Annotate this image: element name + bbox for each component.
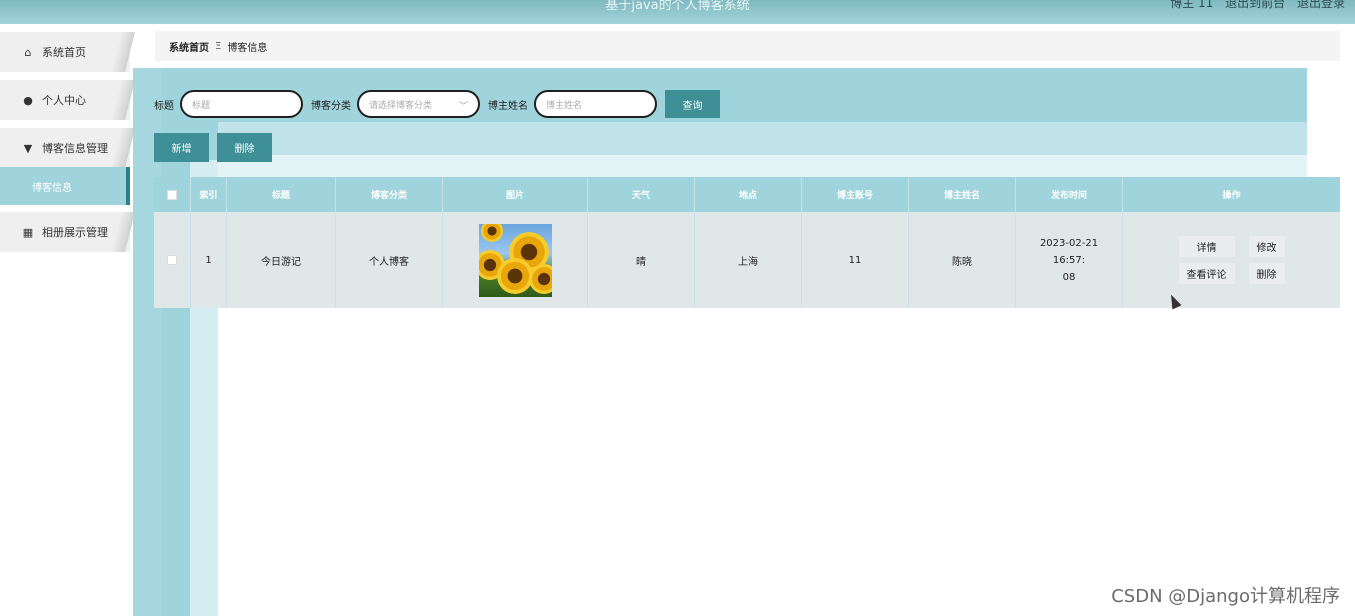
column-header[interactable]: 博主账号 [802, 177, 909, 212]
column-header[interactable]: 地点 [695, 177, 802, 212]
sidebar-item-label: 相册展示管理 [42, 226, 108, 239]
sidebar: ⌂ 系统首页 ● 个人中心 ▼ 博客信息管理 博客信息 ▦ 相册展示管理 [0, 24, 133, 616]
category-label: 博客分类 [311, 100, 351, 112]
image-cell [443, 212, 588, 308]
sidebar-item-personal-center[interactable]: ● 个人中心 [0, 80, 130, 120]
column-header[interactable]: 发布时间 [1016, 177, 1123, 212]
sunflower-image[interactable] [478, 223, 552, 297]
query-button[interactable]: 查询 [665, 90, 720, 118]
system-title: 基于java的个人博客系统 [605, 0, 750, 13]
author-placeholder: 博主姓名 [546, 100, 583, 111]
location-cell: 上海 [695, 212, 802, 308]
top-bar: 基于java的个人博客系统 博主 11 退出到前台 退出登录 [0, 0, 1355, 24]
sidebar-item-blog-management[interactable]: ▼ 博客信息管理 [0, 128, 130, 168]
sidebar-item-label: 系统首页 [42, 46, 86, 59]
sidebar-subitem-blog-info[interactable]: 博客信息 [0, 167, 130, 205]
column-header[interactable]: 图片 [443, 177, 588, 212]
blog-table: 索引 标题 博客分类 图片 天气 地点 博主账号 博主姓名 发布时间 操作 1 … [154, 177, 1340, 308]
grid-icon: ▦ [22, 225, 34, 239]
home-icon: ⌂ [24, 45, 32, 59]
category-cell: 个人博客 [336, 212, 443, 308]
breadcrumb-separator: Ξ [215, 40, 222, 52]
add-button[interactable]: 新增 [154, 133, 209, 162]
title-search-input[interactable]: 标题 [180, 90, 303, 118]
category-placeholder: 请选择博客分类 [369, 100, 433, 111]
current-user: 博主 11 [1170, 0, 1214, 10]
publish-time-line1: 2023-02-21 16:57: [1039, 237, 1099, 266]
sidebar-item-label: 博客信息管理 [42, 142, 108, 155]
table-row: 1 今日游记 个人博客 晴 上海 11 陈晓 2023-02-21 16:57:… [154, 212, 1340, 308]
author-search-input[interactable]: 博主姓名 [534, 90, 657, 118]
breadcrumb-home[interactable]: 系统首页 [169, 39, 209, 54]
column-header[interactable]: 索引 [191, 177, 227, 212]
title-placeholder: 标题 [192, 100, 211, 111]
author-label: 博主姓名 [488, 100, 528, 112]
table-header: 索引 标题 博客分类 图片 天气 地点 博主账号 博主姓名 发布时间 操作 [154, 177, 1340, 212]
publish-time-line2: 08 [1062, 271, 1076, 283]
sidebar-item-label: 个人中心 [42, 94, 86, 107]
logout-link[interactable]: 退出登录 [1297, 0, 1345, 10]
breadcrumb: 系统首页 Ξ 博客信息 [155, 31, 1340, 61]
header-user-area: 博主 11 退出到前台 退出登录 [1162, 0, 1345, 11]
decorative-band [218, 155, 1307, 177]
row-select-cell [154, 212, 191, 308]
search-bar: 标题 标题 博客分类 请选择博客分类 ﹀ 博主姓名 博主姓名 查询 [154, 90, 720, 118]
sidebar-item-album-management[interactable]: ▦ 相册展示管理 [0, 212, 130, 252]
batch-delete-button[interactable]: 删除 [217, 133, 272, 162]
column-header: 操作 [1222, 191, 1241, 201]
delete-button[interactable]: 删除 [1248, 263, 1285, 284]
select-all-checkbox[interactable] [167, 189, 177, 200]
pin-icon: ▼ [23, 141, 33, 155]
column-header[interactable]: 天气 [588, 177, 695, 212]
row-checkbox[interactable] [167, 255, 177, 265]
title-cell: 今日游记 [227, 212, 336, 308]
column-header[interactable]: 博主姓名 [909, 177, 1016, 212]
chevron-down-icon: ﹀ [458, 102, 468, 112]
sidebar-item-home[interactable]: ⌂ 系统首页 [0, 32, 130, 72]
account-cell: 11 [802, 212, 909, 308]
decorative-band [218, 122, 1307, 158]
author-cell: 陈晓 [909, 212, 1016, 308]
watermark: CSDN @Django计算机程序 [1111, 586, 1340, 607]
back-to-front-link[interactable]: 退出到前台 [1225, 0, 1285, 10]
column-header[interactable]: 标题 [227, 177, 336, 212]
weather-cell: 晴 [588, 212, 695, 308]
detail-button[interactable]: 详情 [1178, 236, 1235, 257]
index-cell: 1 [191, 212, 227, 308]
edit-button[interactable]: 修改 [1248, 236, 1285, 257]
breadcrumb-current: 博客信息 [227, 42, 268, 54]
view-comments-button[interactable]: 查看评论 [1178, 263, 1235, 284]
user-icon: ● [23, 93, 33, 107]
column-header[interactable]: 博客分类 [336, 177, 443, 212]
select-all-cell [154, 177, 191, 212]
content-blank-area [218, 308, 1355, 616]
publish-time-cell: 2023-02-21 16:57: 08 [1016, 212, 1123, 308]
title-label: 标题 [154, 100, 174, 112]
operations-cell: 详情 修改 查看评论 删除 [1123, 212, 1340, 308]
category-select[interactable]: 请选择博客分类 ﹀ [357, 90, 480, 118]
